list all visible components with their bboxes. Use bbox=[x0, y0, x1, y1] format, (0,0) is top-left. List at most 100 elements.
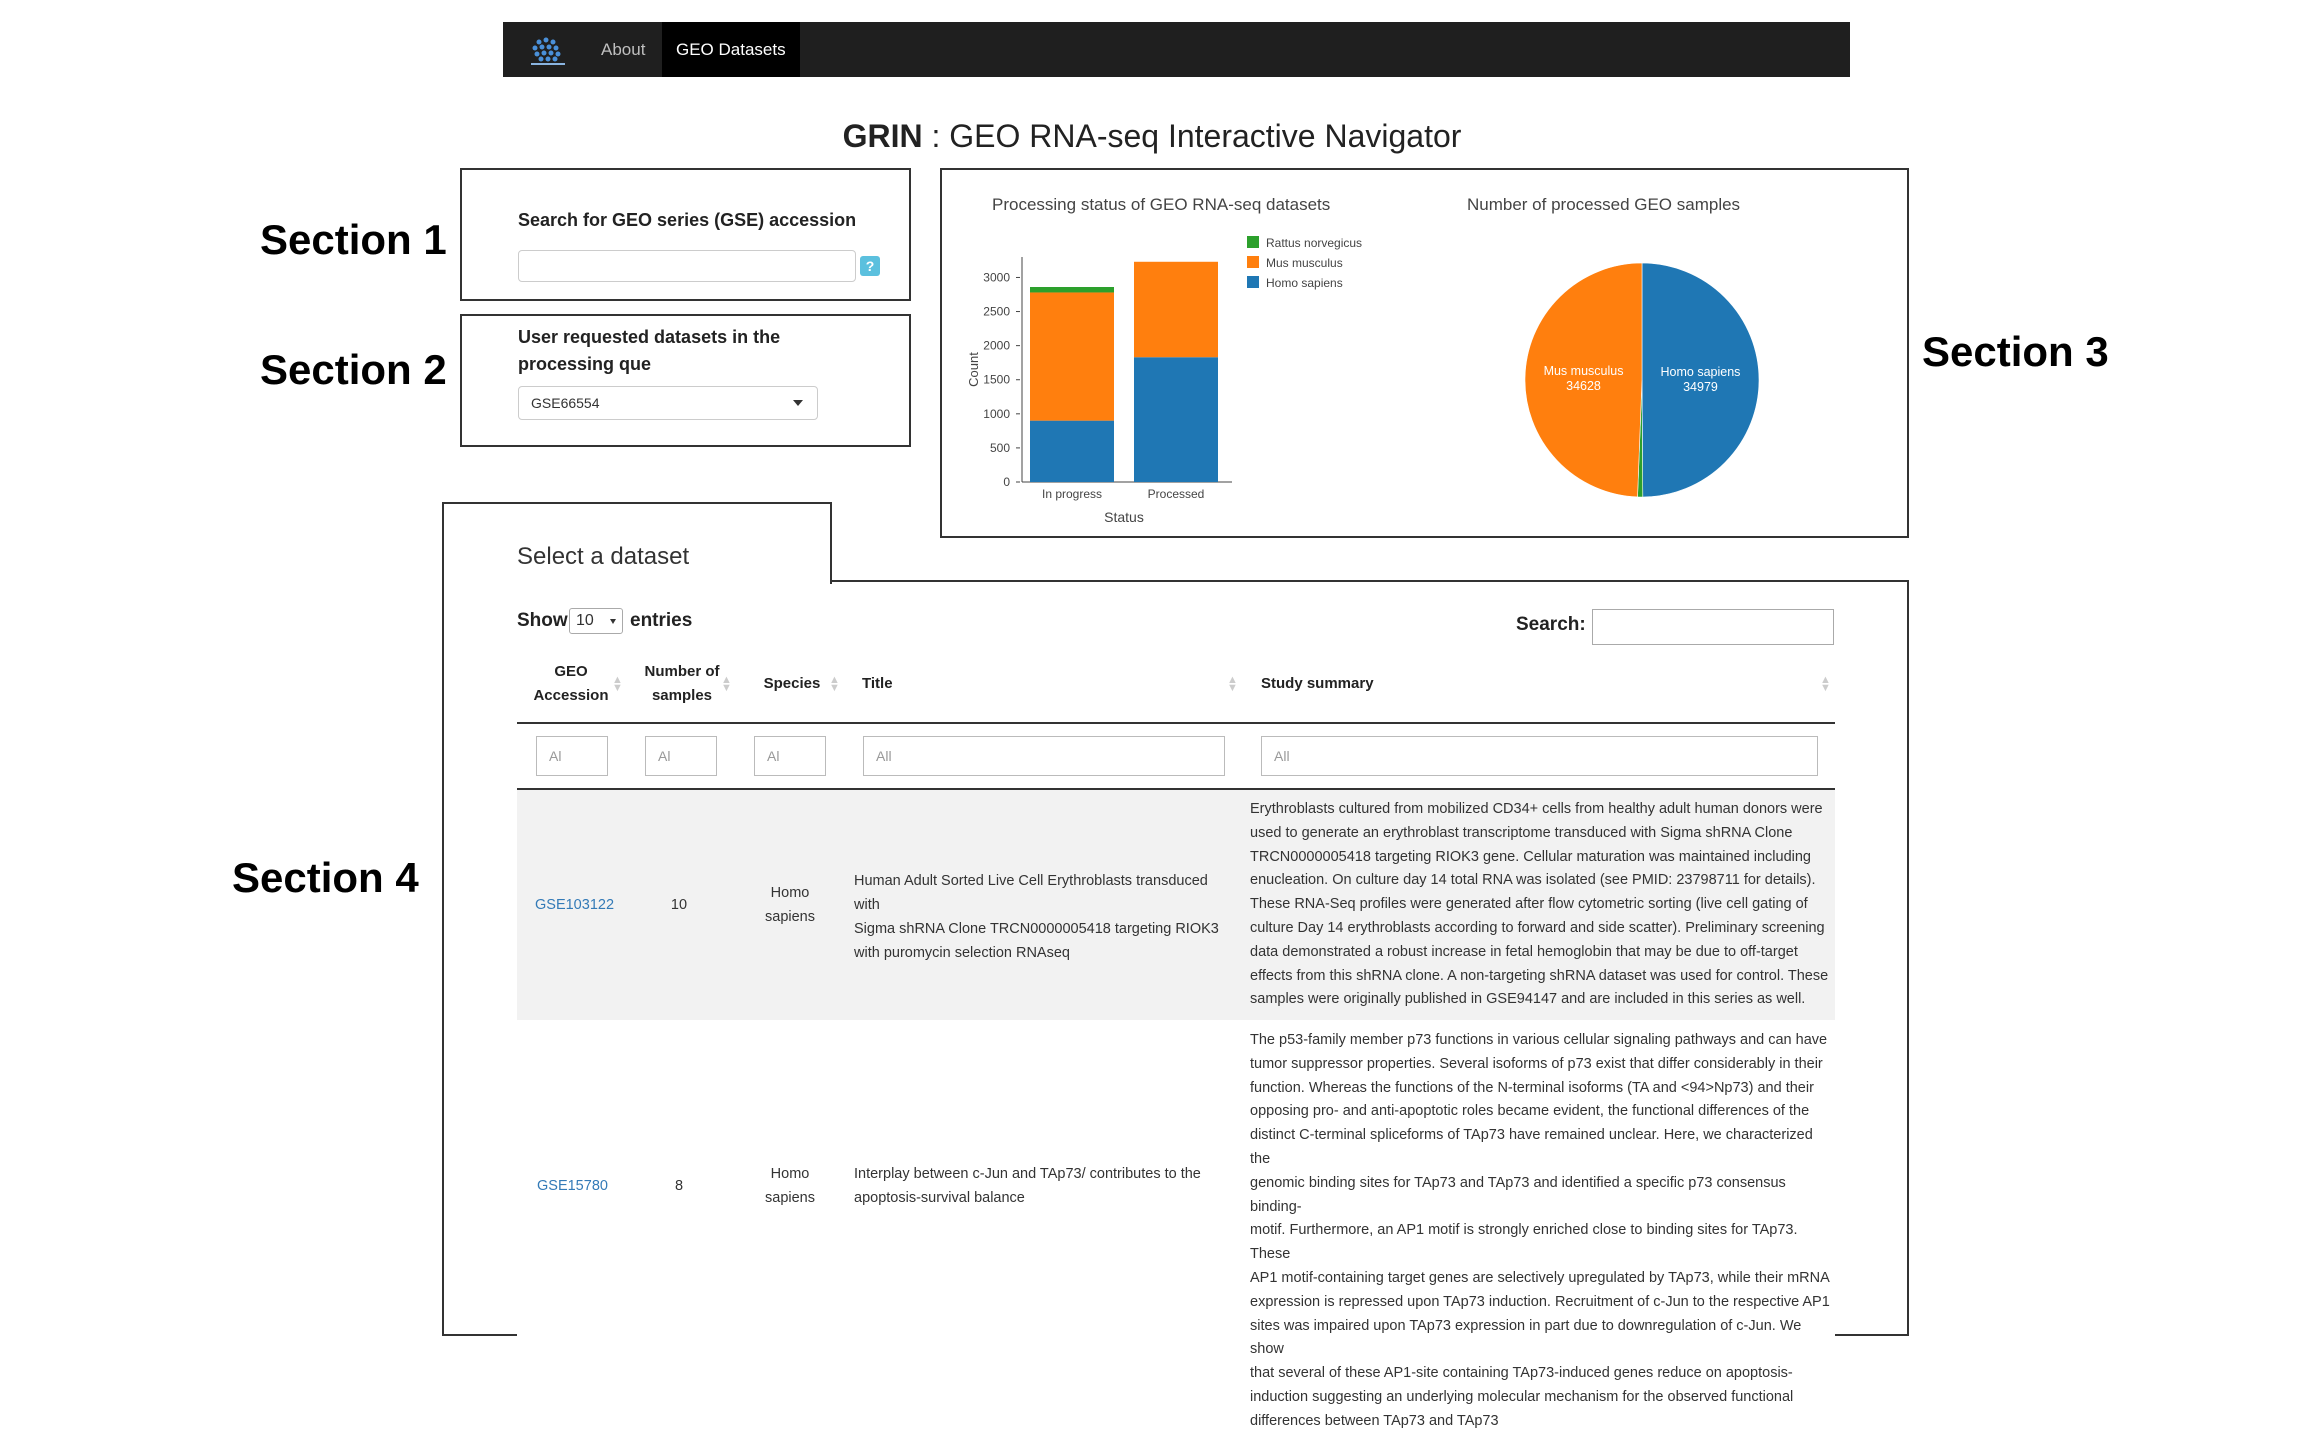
table-row[interactable]: GSE103122 10 Homo sapiens Human Adult So… bbox=[517, 790, 1835, 1020]
summary-line: genomic binding sites for TAp73 and TAp7… bbox=[1250, 1174, 1786, 1215]
title-line: with puromycin selection RNAseq bbox=[854, 945, 1070, 961]
help-icon[interactable]: ? bbox=[860, 256, 880, 276]
sort-icon[interactable]: ▲ ▼ bbox=[1227, 675, 1238, 694]
column-header-species[interactable]: Species bbox=[752, 672, 832, 696]
requested-datasets-select[interactable]: GSE66554 bbox=[518, 386, 818, 420]
accession-link[interactable]: GSE103122 bbox=[535, 893, 614, 917]
entries-select[interactable]: 10 bbox=[569, 608, 623, 634]
table-header-divider bbox=[517, 722, 1835, 724]
pie-label: Homo sapiens bbox=[1661, 365, 1741, 379]
summary-line: The p53-family member p73 functions in v… bbox=[1250, 1032, 1828, 1048]
chevron-down-icon bbox=[793, 400, 803, 406]
nav-geo-datasets[interactable]: GEO Datasets bbox=[662, 22, 800, 77]
grin-logo-icon[interactable] bbox=[525, 32, 569, 68]
requested-datasets-value: GSE66554 bbox=[531, 395, 600, 411]
column-header-title[interactable]: Title bbox=[862, 672, 893, 696]
summary-cell: Erythroblasts cultured from mobilized CD… bbox=[1250, 798, 1830, 1012]
column-header-samples[interactable]: Number of samples bbox=[640, 660, 724, 708]
column-header-line: Accession bbox=[533, 687, 609, 704]
sort-icon[interactable]: ▲ ▼ bbox=[1820, 675, 1831, 694]
summary-line: sites was impaired upon TAp73 expression… bbox=[1250, 1317, 1802, 1358]
pie-label: Mus musculus bbox=[1544, 364, 1624, 378]
summary-line: TRCN0000005418 targeting RIOK3 gene. Cel… bbox=[1250, 848, 1811, 865]
filter-summary-input[interactable]: All bbox=[1261, 736, 1818, 776]
summary-line: Erythroblasts cultured from mobilized CD… bbox=[1250, 801, 1823, 817]
charts-svg: Processing status of GEO RNA-seq dataset… bbox=[966, 195, 1760, 525]
filter-species-input[interactable]: Al bbox=[754, 736, 826, 776]
requested-datasets-label: User requested datasets in the processin… bbox=[518, 327, 781, 374]
legend-label: Homo sapiens bbox=[1266, 276, 1343, 290]
dataset-panel-border bbox=[830, 580, 1909, 582]
summary-line: differences between TAp73 and TAp73 bbox=[1250, 1412, 1499, 1429]
charts-panel: Processing status of GEO RNA-seq dataset… bbox=[940, 168, 1909, 538]
pie-chart-title: Number of processed GEO samples bbox=[1467, 195, 1740, 214]
summary-line: used to generate an erythroblast transcr… bbox=[1250, 824, 1793, 841]
sort-icon[interactable]: ▲ ▼ bbox=[721, 675, 732, 694]
page-title-bold: GRIN bbox=[842, 118, 923, 154]
section-4-label: Section 4 bbox=[232, 854, 419, 901]
y-tick-label: 1500 bbox=[983, 373, 1010, 387]
section-1-label: Section 1 bbox=[260, 216, 447, 263]
y-tick-label: 3000 bbox=[983, 270, 1010, 284]
page-title-rest: : GEO RNA-seq Interactive Navigator bbox=[922, 118, 1462, 154]
summary-cell: The p53-family member p73 functions in v… bbox=[1250, 1029, 1830, 1434]
table-search-label: Search: bbox=[1516, 614, 1586, 635]
entries-value: 10 bbox=[576, 612, 594, 629]
summary-line: that several of these AP1-site containin… bbox=[1250, 1365, 1793, 1382]
column-header-accession[interactable]: GEO Accession bbox=[532, 660, 610, 708]
table-row[interactable]: GSE15780 8 Homo sapiens Interplay betwee… bbox=[517, 1021, 1835, 1429]
nav-about[interactable]: About bbox=[587, 22, 659, 77]
title-cell: Interplay between c-Jun and TAp73/ contr… bbox=[854, 1162, 1234, 1210]
summary-line: function. Whereas the functions of the N… bbox=[1250, 1079, 1814, 1096]
summary-line: opposing pro- and anti-apoptotic roles b… bbox=[1250, 1103, 1810, 1120]
title-cell: Human Adult Sorted Live Cell Erythroblas… bbox=[854, 869, 1234, 965]
sort-icon[interactable]: ▲ ▼ bbox=[829, 675, 840, 694]
y-tick-label: 500 bbox=[990, 441, 1010, 455]
species-line: sapiens bbox=[765, 909, 815, 925]
pie-label: 34979 bbox=[1683, 380, 1718, 394]
summary-line: induction suggesting an underlying molec… bbox=[1250, 1388, 1794, 1405]
column-header-line: samples bbox=[651, 687, 713, 704]
sort-icon[interactable]: ▲ ▼ bbox=[612, 675, 623, 694]
gse-search-input[interactable] bbox=[518, 250, 856, 282]
filter-title-input[interactable]: All bbox=[863, 736, 1225, 776]
x-tick-label: Processed bbox=[1148, 487, 1205, 501]
show-label: Show bbox=[517, 610, 568, 631]
caret-down-icon bbox=[610, 619, 616, 624]
species-line: Homo bbox=[770, 885, 810, 901]
gse-search-panel: Search for GEO series (GSE) accession ? bbox=[460, 168, 911, 301]
species-cell: Homo sapiens bbox=[757, 1162, 823, 1210]
table-search-input[interactable] bbox=[1592, 609, 1834, 645]
entries-label: entries bbox=[630, 610, 693, 631]
samples-cell: 8 bbox=[674, 1178, 684, 1194]
legend-swatch bbox=[1247, 256, 1259, 268]
title-line: Sigma shRNA Clone TRCN0000005418 targeti… bbox=[854, 921, 1219, 937]
y-tick-label: 0 bbox=[1003, 475, 1010, 489]
title-line: Interplay between c-Jun and TAp73/ contr… bbox=[854, 1166, 1201, 1182]
bar-segment bbox=[1030, 292, 1114, 421]
summary-line: data demonstrated a robust increase in f… bbox=[1250, 943, 1798, 960]
column-header-summary[interactable]: Study summary bbox=[1261, 672, 1374, 696]
summary-line: AP1 motif-containing target genes are se… bbox=[1250, 1269, 1830, 1286]
x-tick-label: In progress bbox=[1042, 487, 1102, 501]
top-navbar: About GEO Datasets bbox=[503, 22, 1850, 77]
summary-line: expression is repressed upon TAp73 induc… bbox=[1250, 1293, 1830, 1310]
filter-samples-input[interactable]: Al bbox=[645, 736, 717, 776]
x-axis-title: Status bbox=[1104, 509, 1144, 525]
samples-cell: 10 bbox=[670, 897, 688, 913]
legend-label: Mus musculus bbox=[1266, 256, 1343, 270]
summary-line: motif. Furthermore, an AP1 motif is stro… bbox=[1250, 1222, 1798, 1263]
summary-line: distinct C-terminal spliceforms of TAp73… bbox=[1250, 1127, 1813, 1167]
summary-line: enucleation. On culture day 14 total RNA… bbox=[1250, 872, 1816, 889]
y-axis-title: Count bbox=[966, 352, 981, 387]
summary-line: culture Day 14 erythroblasts according t… bbox=[1250, 919, 1825, 936]
pie-label: 34628 bbox=[1566, 379, 1601, 393]
species-cell: Homo sapiens bbox=[757, 881, 823, 929]
column-header-line: Number of bbox=[644, 663, 720, 680]
filter-accession-input[interactable]: Al bbox=[536, 736, 608, 776]
page-title: GRIN : GEO RNA-seq Interactive Navigator bbox=[0, 118, 2304, 155]
y-tick-label: 1000 bbox=[983, 407, 1010, 421]
accession-link[interactable]: GSE15780 bbox=[537, 1174, 608, 1198]
title-line: Human Adult Sorted Live Cell Erythroblas… bbox=[854, 873, 1208, 913]
section-3-label: Section 3 bbox=[1922, 328, 2109, 375]
